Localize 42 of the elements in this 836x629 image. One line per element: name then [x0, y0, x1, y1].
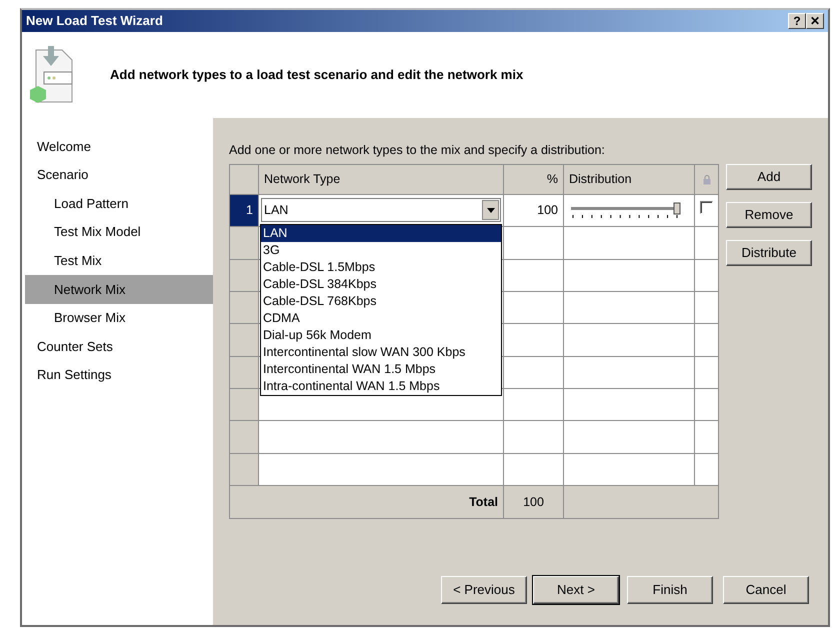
sidebar-item[interactable]: Scenario [22, 160, 213, 190]
dropdown-option[interactable]: Cable-DSL 1.5Mbps [261, 258, 501, 276]
nav-button[interactable]: Cancel [723, 576, 809, 604]
dropdown-option[interactable]: Intercontinental slow WAN 300 Kbps [261, 344, 501, 361]
dropdown-option[interactable]: 3G [261, 242, 501, 259]
sidebar-item[interactable]: Network Mix [25, 274, 213, 304]
action-button[interactable]: Add [726, 164, 812, 190]
action-button[interactable]: Distribute [726, 240, 812, 266]
column-header: % [504, 164, 564, 194]
dropdown-option[interactable]: Dial-up 56k Modem [261, 326, 501, 344]
dropdown-option[interactable]: CDMA [261, 310, 501, 327]
total-value: 100 [523, 494, 544, 509]
table-cell: 100 [504, 194, 564, 227]
sidebar-item[interactable]: Browser Mix [22, 304, 213, 332]
instruction-text: Add one or more network types to the mix and specify a distribution: [229, 142, 606, 159]
column-header: Distribution [564, 164, 694, 194]
sidebar-item[interactable]: Counter Sets [22, 332, 213, 361]
sidebar-item[interactable]: Run Settings [22, 360, 213, 390]
page-heading: Add network types to a load test scenario and edit the network mix [110, 66, 524, 84]
nav-button[interactable]: < Previous [441, 576, 527, 604]
sidebar-item[interactable]: Test Mix [22, 246, 213, 275]
nav-button[interactable]: Next > [533, 576, 619, 604]
window-title: New Load Test Wizard [26, 12, 163, 30]
close-button[interactable]: ✕ [806, 13, 824, 29]
column-header: Network Type [258, 164, 504, 194]
nav-button[interactable]: Finish [627, 576, 713, 604]
combo-box[interactable]: LAN [261, 198, 501, 222]
dropdown-option[interactable]: Cable-DSL 768Kbps [261, 292, 501, 310]
sidebar-item[interactable]: Test Mix Model [22, 218, 213, 246]
sidebar-item[interactable]: Load Pattern [22, 189, 213, 218]
slider-thumb[interactable] [674, 202, 680, 214]
dropdown-option[interactable]: LAN [261, 224, 501, 242]
lock-icon [702, 174, 710, 185]
total-label: Total [469, 494, 498, 509]
help-button[interactable]: ? [788, 13, 806, 29]
dropdown-option[interactable]: Cable-DSL 384Kbps [261, 276, 501, 293]
row-number[interactable]: 1 [230, 194, 258, 227]
action-button[interactable]: Remove [726, 202, 812, 228]
dropdown-option[interactable]: Intra-continental WAN 1.5 Mbps [261, 378, 501, 395]
slider[interactable] [569, 202, 681, 220]
sidebar-item[interactable]: Welcome [22, 132, 213, 161]
dropdown-arrow-icon [486, 208, 494, 213]
